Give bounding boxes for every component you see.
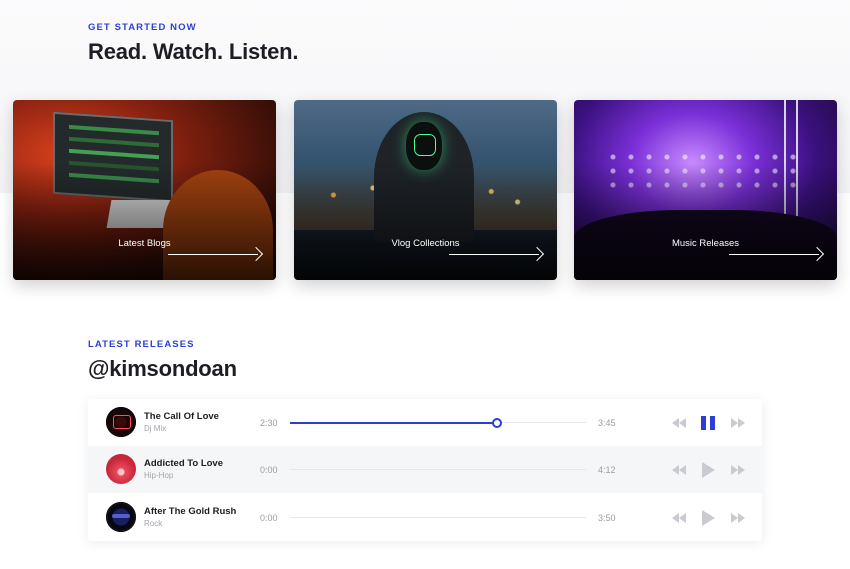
pause-icon[interactable] [700, 415, 716, 431]
track-row[interactable]: After The Gold Rush Rock 0:00 3:50 [88, 494, 762, 541]
rewind-icon[interactable] [672, 510, 686, 526]
track-genre: Hip-Hop [144, 471, 174, 480]
track-duration: 4:12 [598, 465, 616, 475]
current-time: 2:30 [260, 418, 278, 428]
track-duration: 3:45 [598, 418, 616, 428]
arrow-right-icon [449, 254, 539, 255]
track-title: Addicted To Love [144, 458, 223, 469]
progress-bar[interactable] [290, 417, 586, 428]
fast-forward-icon[interactable] [731, 462, 745, 478]
rewind-icon[interactable] [672, 415, 686, 431]
arrow-right-icon [168, 254, 258, 255]
fast-forward-icon[interactable] [731, 510, 745, 526]
fast-forward-icon[interactable] [731, 415, 745, 431]
current-time: 0:00 [260, 465, 278, 475]
hero-title: Read. Watch. Listen. [88, 39, 299, 64]
album-art [106, 502, 136, 532]
track-list: The Call Of Love Dj Mix 2:30 3:45 Addict… [88, 399, 762, 541]
progress-handle[interactable] [492, 417, 503, 428]
track-row[interactable]: Addicted To Love Hip-Hop 0:00 4:12 [88, 446, 762, 493]
track-genre: Rock [144, 519, 163, 528]
track-duration: 3:50 [598, 513, 616, 523]
progress-bar[interactable] [290, 469, 586, 470]
play-icon[interactable] [700, 462, 716, 478]
play-icon[interactable] [700, 510, 716, 526]
progress-fill [290, 421, 498, 424]
track-title: After The Gold Rush [144, 506, 237, 517]
album-art [106, 454, 136, 484]
track-row[interactable]: The Call Of Love Dj Mix 2:30 3:45 [88, 399, 762, 446]
hero-eyebrow: GET STARTED NOW [88, 22, 197, 33]
track-genre: Dj Mix [144, 424, 167, 433]
card-vlog-collections[interactable]: Vlog Collections [294, 100, 557, 280]
card-label: Latest Blogs [118, 238, 171, 249]
card-label: Music Releases [671, 238, 740, 249]
card-label: Vlog Collections [391, 238, 460, 249]
current-time: 0:00 [260, 513, 278, 523]
track-title: The Call Of Love [144, 411, 219, 422]
arrow-right-icon [729, 254, 819, 255]
rewind-icon[interactable] [672, 462, 686, 478]
progress-bar[interactable] [290, 517, 586, 518]
category-cards: Latest Blogs Vlog Collections Music Rele… [13, 100, 837, 280]
releases-title: @kimsondoan [88, 356, 237, 381]
card-latest-blogs[interactable]: Latest Blogs [13, 100, 276, 280]
album-art [106, 407, 136, 437]
releases-eyebrow: LATEST RELEASES [88, 339, 195, 350]
card-music-releases[interactable]: Music Releases [574, 100, 837, 280]
